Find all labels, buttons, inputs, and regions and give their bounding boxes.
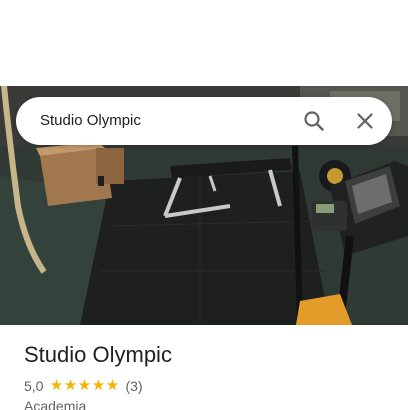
place-sheet: Studio Olympic Studio Olympic 5,0 ★ ★ ★ … bbox=[0, 0, 408, 410]
search-input[interactable]: Studio Olympic bbox=[40, 97, 141, 145]
map-blank-area[interactable] bbox=[0, 0, 408, 86]
star-icon: ★ bbox=[49, 377, 64, 394]
place-title: Studio Olympic bbox=[24, 342, 172, 367]
place-category: Academia bbox=[24, 398, 87, 410]
star-icon: ★ bbox=[91, 377, 106, 394]
star-icon: ★ bbox=[105, 377, 120, 394]
star-rating: ★ ★ ★ ★ ★ bbox=[49, 376, 119, 396]
rating-row[interactable]: 5,0 ★ ★ ★ ★ ★ (3) bbox=[24, 376, 143, 396]
review-count[interactable]: (3) bbox=[125, 378, 142, 394]
search-bar[interactable]: Studio Olympic bbox=[16, 97, 392, 145]
star-icon: ★ bbox=[77, 377, 92, 394]
star-icon: ★ bbox=[63, 377, 78, 394]
close-icon[interactable] bbox=[353, 109, 377, 133]
rating-value: 5,0 bbox=[24, 378, 44, 394]
search-icon[interactable] bbox=[302, 109, 326, 133]
